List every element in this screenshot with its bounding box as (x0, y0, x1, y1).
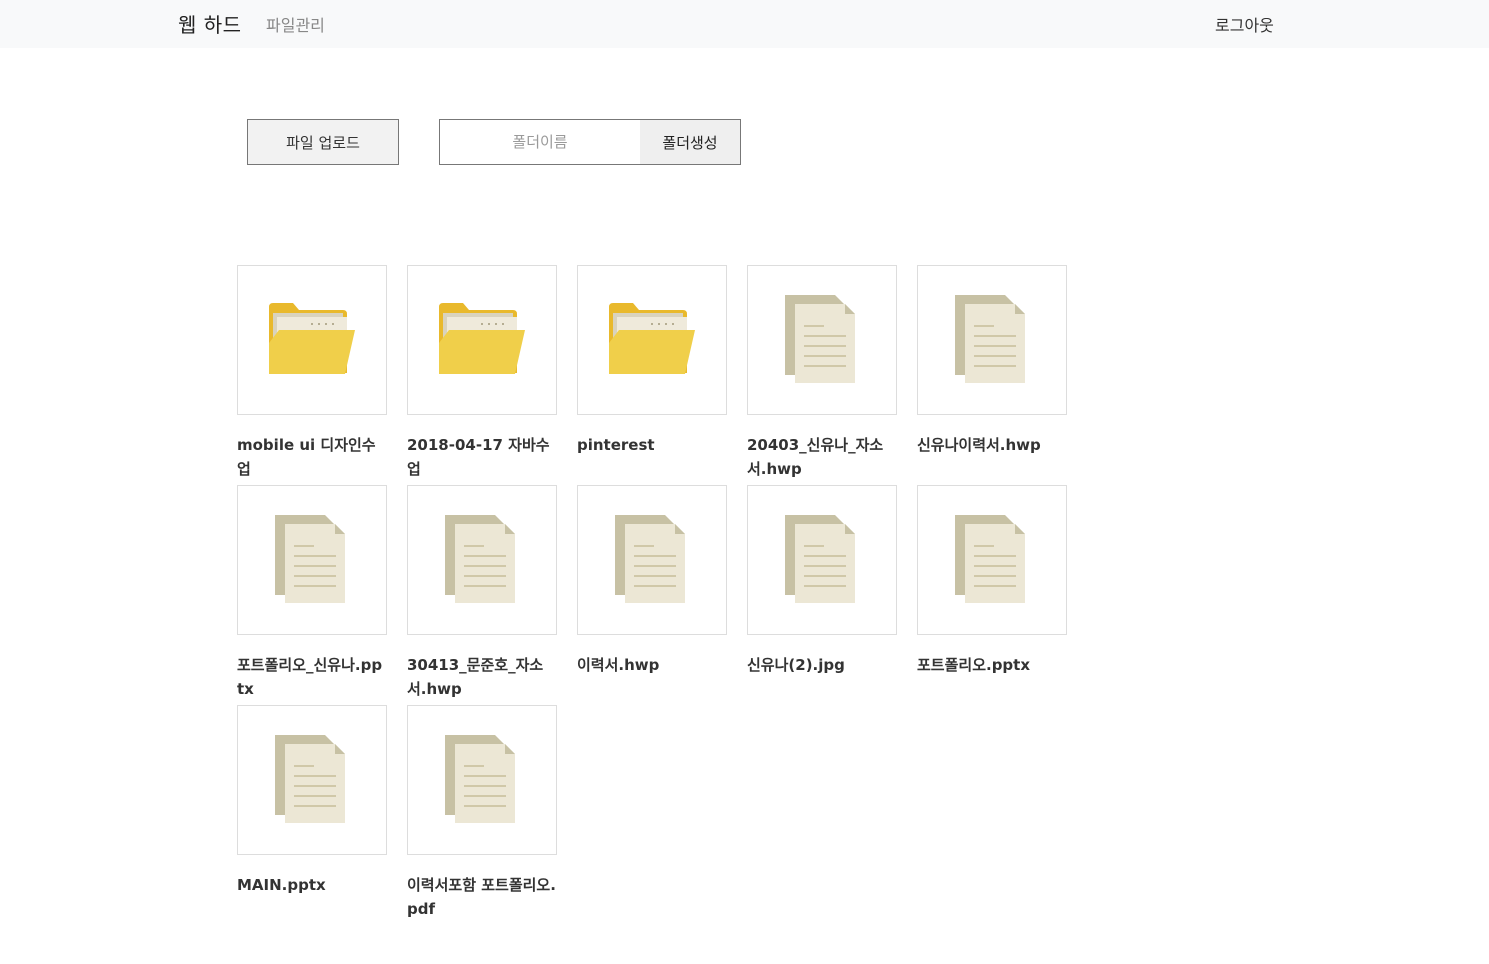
folder-thumbnail[interactable] (237, 265, 387, 415)
document-icon (445, 515, 515, 603)
file-thumbnail[interactable] (577, 485, 727, 635)
document-icon (615, 515, 685, 603)
item-name[interactable]: 이력서포함 포트폴리오.pdf (407, 873, 557, 921)
document-icon (275, 515, 345, 603)
folder-item[interactable]: pinterest (577, 265, 727, 485)
nav-link-file-management[interactable]: 파일관리 (266, 12, 325, 36)
file-item[interactable]: 포트폴리오_신유나.pptx (237, 485, 387, 705)
file-item[interactable]: 30413_문준호_자소서.hwp (407, 485, 557, 705)
item-name[interactable]: 포트폴리오.pptx (917, 653, 1067, 677)
create-folder-form: 폴더생성 (439, 119, 741, 165)
file-item[interactable]: 20403_신유나_자소서.hwp (747, 265, 897, 485)
folder-icon (269, 303, 355, 374)
file-thumbnail[interactable] (917, 485, 1067, 635)
item-name[interactable]: 30413_문준호_자소서.hwp (407, 653, 557, 701)
folder-item[interactable]: 2018-04-17 자바수업 (407, 265, 557, 485)
item-name[interactable]: 신유나이력서.hwp (917, 433, 1067, 457)
document-icon (275, 735, 345, 823)
folder-thumbnail[interactable] (577, 265, 727, 415)
file-item[interactable]: 신유나이력서.hwp (917, 265, 1067, 485)
folder-icon (439, 303, 525, 374)
item-name[interactable]: 이력서.hwp (577, 653, 727, 677)
top-navbar: 웹 하드 파일관리 로그아웃 (0, 0, 1489, 48)
document-icon (785, 295, 855, 383)
create-folder-button[interactable]: 폴더생성 (640, 120, 740, 164)
file-thumbnail[interactable] (237, 485, 387, 635)
item-name[interactable]: 신유나(2).jpg (747, 653, 897, 677)
file-item[interactable]: 이력서포함 포트폴리오.pdf (407, 705, 557, 925)
file-item[interactable]: 포트폴리오.pptx (917, 485, 1067, 705)
file-thumbnail[interactable] (747, 485, 897, 635)
file-grid: mobile ui 디자인수업 2018-04-17 자바수업 pinteres… (237, 265, 1087, 925)
file-thumbnail[interactable] (747, 265, 897, 415)
item-name[interactable]: 2018-04-17 자바수업 (407, 433, 557, 481)
file-item[interactable]: 신유나(2).jpg (747, 485, 897, 705)
item-name[interactable]: 20403_신유나_자소서.hwp (747, 433, 897, 481)
item-name[interactable]: MAIN.pptx (237, 873, 387, 897)
item-name[interactable]: mobile ui 디자인수업 (237, 433, 387, 481)
item-name[interactable]: 포트폴리오_신유나.pptx (237, 653, 387, 701)
file-item[interactable]: 이력서.hwp (577, 485, 727, 705)
folder-thumbnail[interactable] (407, 265, 557, 415)
document-icon (785, 515, 855, 603)
file-item[interactable]: MAIN.pptx (237, 705, 387, 925)
folder-name-input[interactable] (440, 120, 640, 164)
document-icon (955, 295, 1025, 383)
folder-icon (609, 303, 695, 374)
file-thumbnail[interactable] (407, 705, 557, 855)
file-thumbnail[interactable] (917, 265, 1067, 415)
document-icon (955, 515, 1025, 603)
item-name[interactable]: pinterest (577, 433, 727, 457)
file-upload-button[interactable]: 파일 업로드 (247, 119, 399, 165)
folder-item[interactable]: mobile ui 디자인수업 (237, 265, 387, 485)
document-icon (445, 735, 515, 823)
file-thumbnail[interactable] (407, 485, 557, 635)
logout-link[interactable]: 로그아웃 (1215, 12, 1274, 36)
file-thumbnail[interactable] (237, 705, 387, 855)
brand-logo[interactable]: 웹 하드 (178, 9, 242, 38)
